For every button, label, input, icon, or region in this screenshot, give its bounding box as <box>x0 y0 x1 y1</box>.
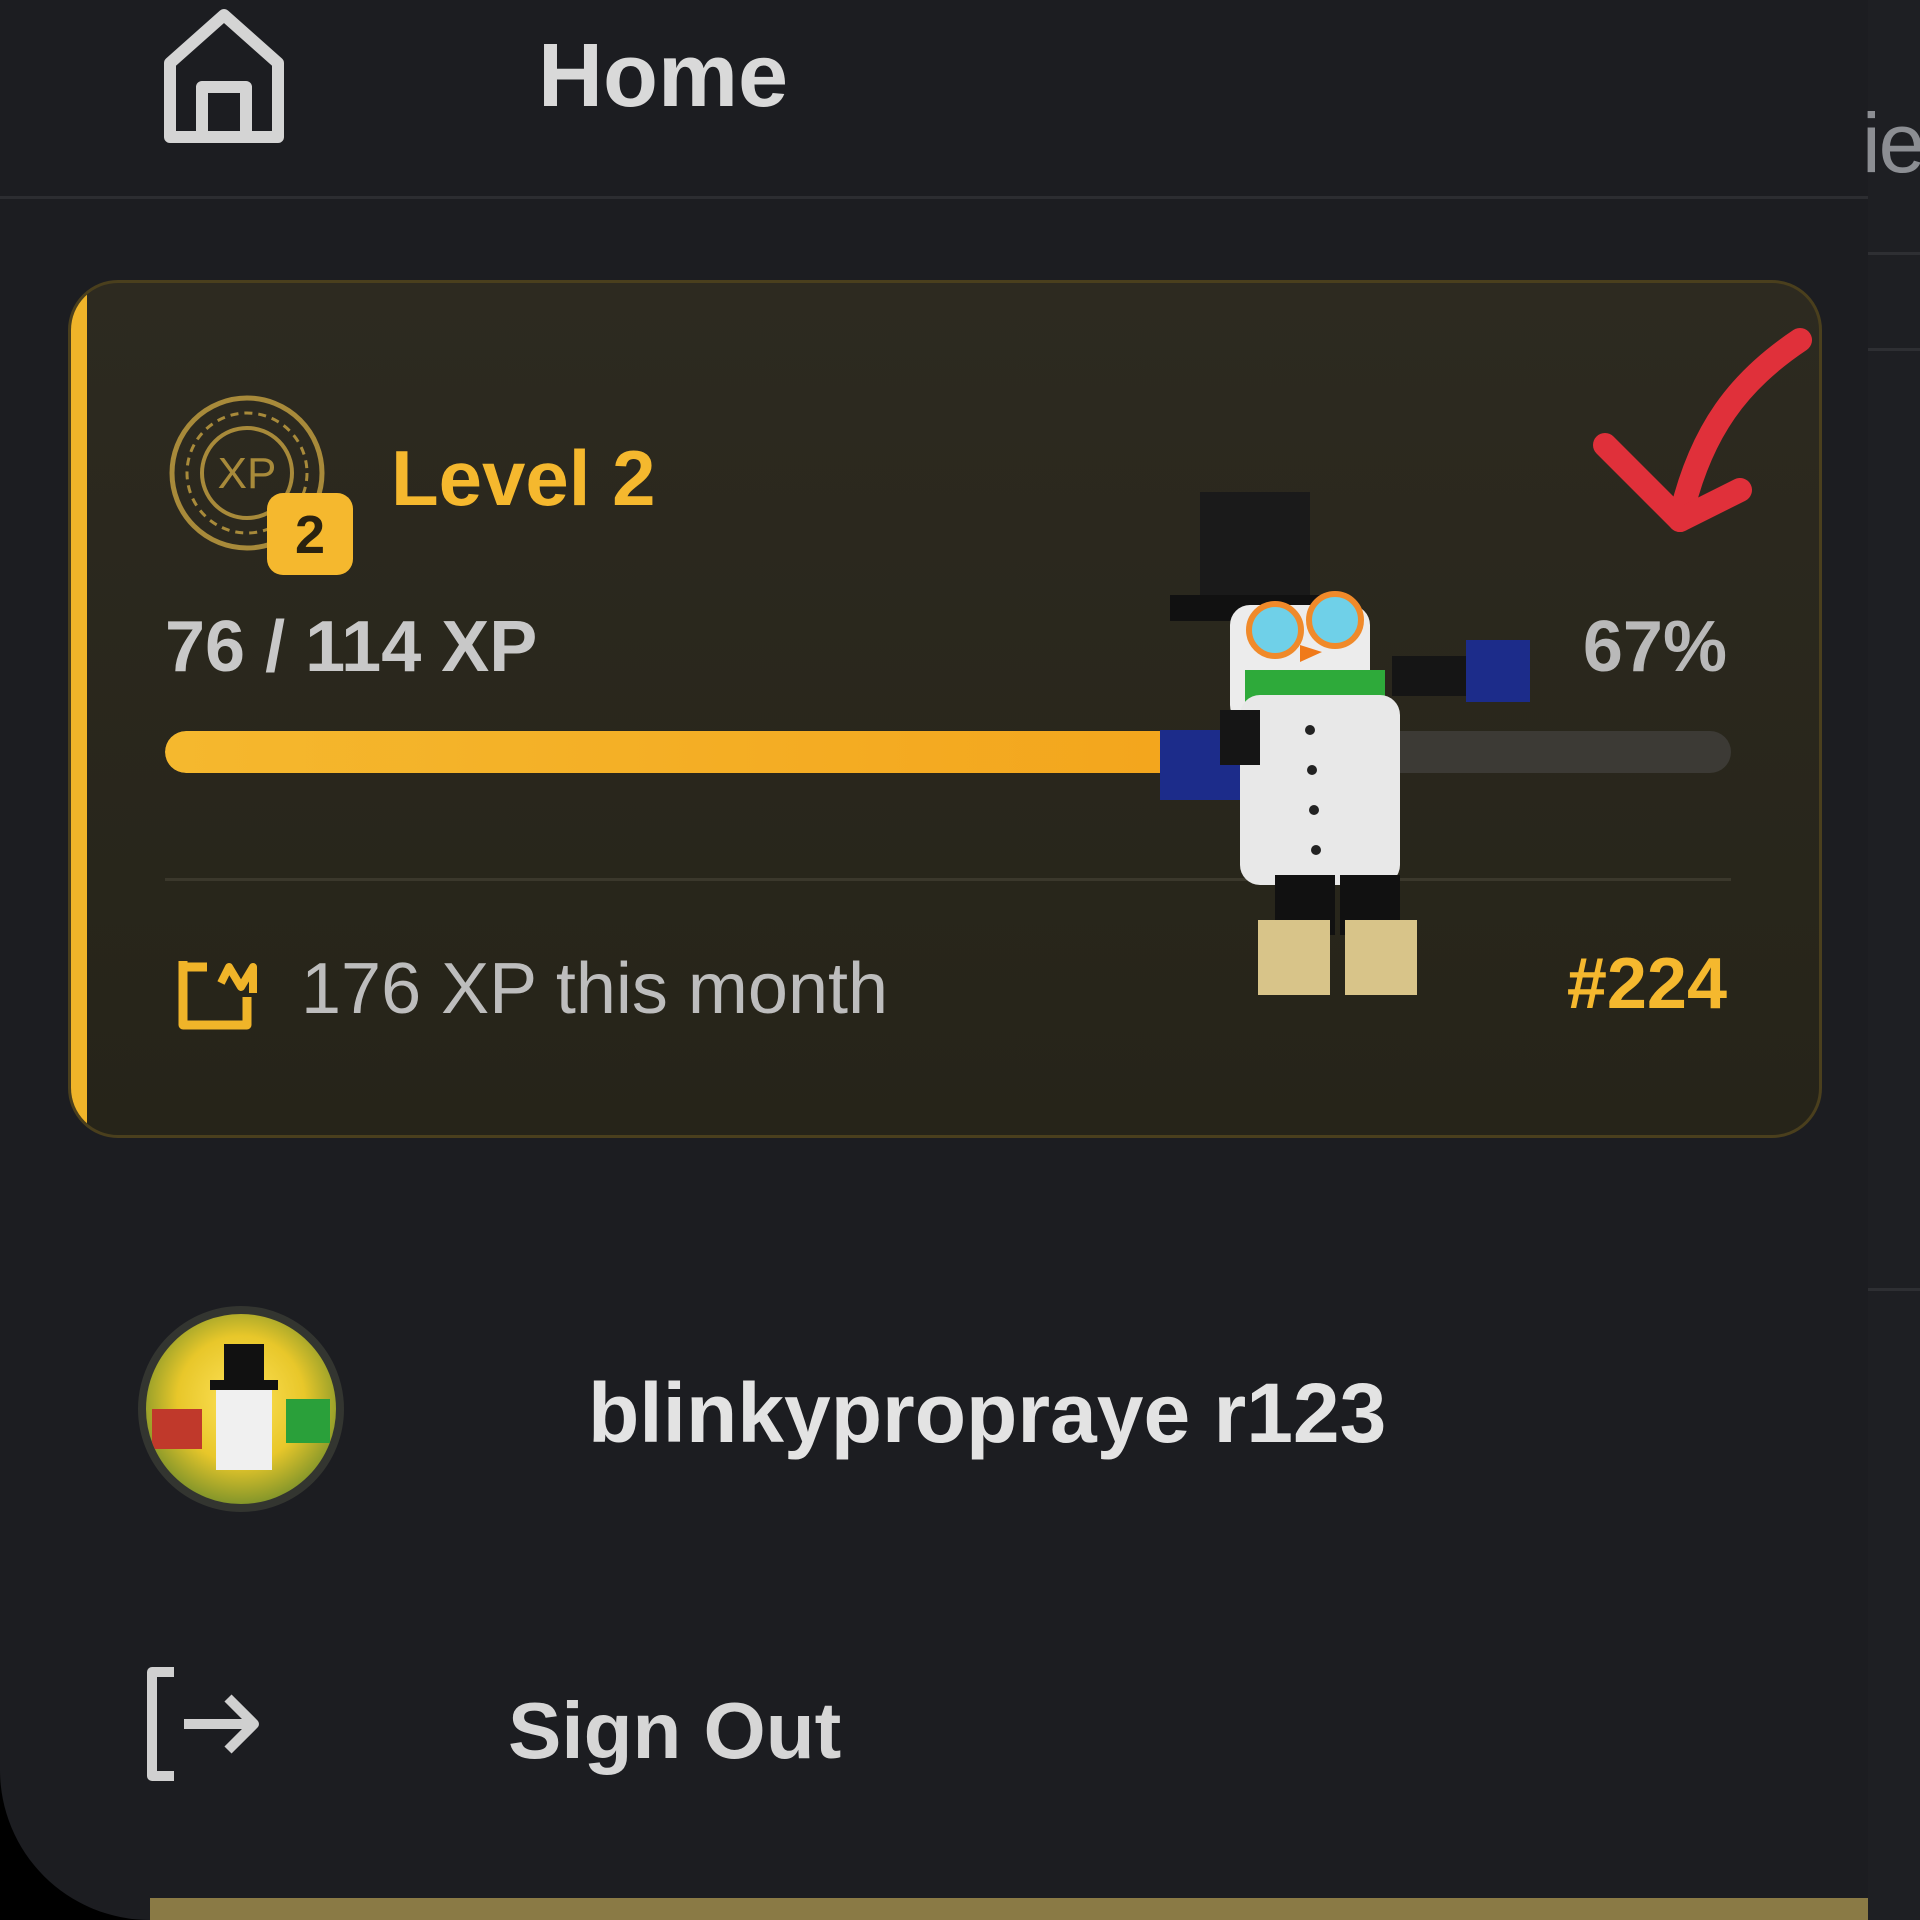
username[interactable]: blinkypropraye r123 <box>588 1365 1386 1462</box>
home-label: Home <box>538 26 789 126</box>
snowman-character-sticker <box>1160 492 1530 995</box>
xp-badge-icon: XP 2 <box>169 395 353 575</box>
xp-percent: 67% <box>1582 607 1727 687</box>
bottom-strip <box>150 1898 1868 1920</box>
right-edge-divider <box>1868 252 1920 255</box>
avatar-image <box>152 1344 330 1470</box>
level-title: Level 2 <box>391 434 656 522</box>
home-icon <box>164 9 284 143</box>
red-arrow-annotation <box>1593 328 1812 532</box>
sign-out-label: Sign Out <box>508 1686 842 1775</box>
xp-progress-text: 76 / 114 XP <box>165 607 538 687</box>
avatar[interactable] <box>138 1306 344 1512</box>
side-panel: Home XP 2 Level 2 76 / 114 XP 67% 176 XP… <box>0 0 1868 1920</box>
xp-badge-level: 2 <box>295 505 325 565</box>
right-edge-partial-text: ie <box>1862 96 1920 190</box>
sign-out-button[interactable]: Sign Out <box>0 1630 1868 1800</box>
xp-progress-fill <box>165 731 1215 773</box>
sign-out-icon <box>147 1667 259 1781</box>
nav-item-home[interactable]: Home <box>0 0 1868 199</box>
right-edge-divider <box>1868 348 1920 351</box>
xp-badge-text: XP <box>218 449 277 498</box>
right-edge-panel: ie <box>1862 0 1920 1920</box>
right-edge-divider <box>1868 1288 1920 1291</box>
rank-text: #224 <box>1566 944 1727 1024</box>
month-xp-text: 176 XP this month <box>301 949 889 1029</box>
card-accent-bar <box>71 283 87 1135</box>
calendar-icon <box>178 961 257 1030</box>
level-card: XP 2 Level 2 76 / 114 XP 67% 176 XP this… <box>68 280 1822 1138</box>
